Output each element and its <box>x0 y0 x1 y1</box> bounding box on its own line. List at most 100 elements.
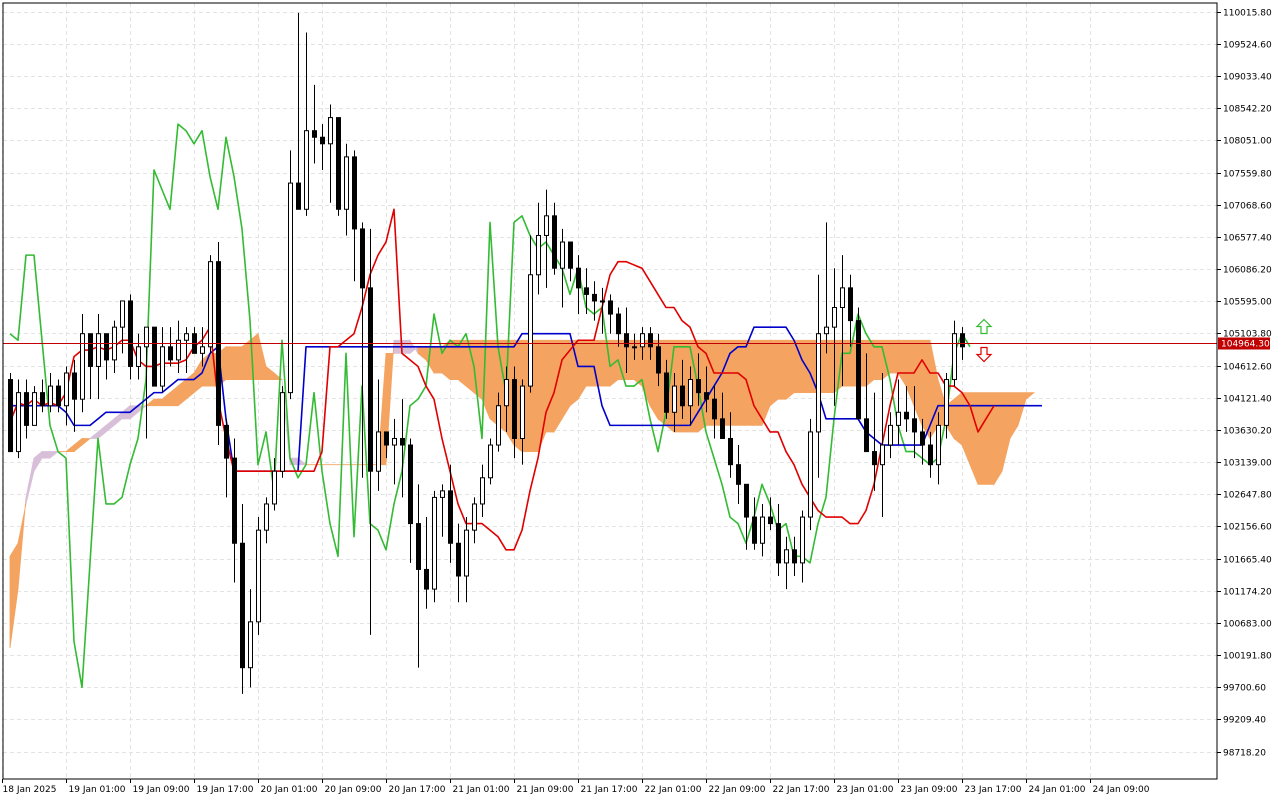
candle-bullish <box>520 385 525 439</box>
cloud-segment-bullish <box>153 398 163 407</box>
x-tick-label: 20 Jan 09:00 <box>325 785 382 795</box>
candle-bearish <box>624 333 629 348</box>
cloud-segment-bullish <box>889 339 899 374</box>
cloud-segment-bullish <box>785 339 795 401</box>
candle-bearish <box>312 130 317 138</box>
x-tick-label: 24 Jan 09:00 <box>1093 785 1150 795</box>
candle-bearish <box>728 437 733 466</box>
x-tick-label: 22 Jan 09:00 <box>709 785 766 795</box>
candle-bullish <box>344 156 349 210</box>
candle-bullish <box>136 346 141 367</box>
candle-bullish <box>16 392 21 453</box>
candle-bullish <box>536 234 541 276</box>
candle-bullish <box>376 431 381 472</box>
candle-bearish <box>384 431 389 446</box>
candle-bearish <box>592 293 597 302</box>
candle-bullish <box>600 300 605 303</box>
candle-bearish <box>512 379 517 439</box>
candle-bearish <box>776 523 781 564</box>
candle-bullish <box>184 333 189 341</box>
y-tick-label: 104121.40 <box>1223 395 1272 405</box>
candle-bearish <box>872 451 877 466</box>
x-tick-label: 23 Jan 09:00 <box>901 785 958 795</box>
cloud-segment-bullish <box>721 339 731 426</box>
x-tick-label: 18 Jan 2025 <box>3 785 57 795</box>
x-tick-label: 20 Jan 01:00 <box>261 785 318 795</box>
candle-bearish <box>400 437 405 446</box>
candle-bullish <box>264 503 269 531</box>
candle-bullish <box>160 346 165 387</box>
x-tick-label: 19 Jan 17:00 <box>197 785 254 795</box>
y-tick-label: 107068.60 <box>1223 202 1272 212</box>
cloud-segment-bullish <box>585 339 595 387</box>
cloud-segment-bullish <box>737 339 747 426</box>
candle-bullish <box>488 444 493 479</box>
candle-bearish <box>352 156 357 230</box>
y-tick-label: 104612.60 <box>1223 363 1272 373</box>
cloud-segment-bullish <box>825 339 835 394</box>
y-tick-label: 102156.60 <box>1223 523 1272 533</box>
cloud-segment-bullish <box>545 339 555 433</box>
candle-bearish <box>848 287 853 322</box>
cloud-segment-bullish <box>769 339 779 407</box>
candle-bullish <box>32 392 37 426</box>
y-tick-label: 110015.80 <box>1223 9 1272 19</box>
candle-bearish <box>240 542 245 669</box>
candle-bearish <box>656 346 661 374</box>
candle-bullish <box>952 333 957 381</box>
candle-bearish <box>224 424 229 459</box>
candle-bullish <box>840 287 845 309</box>
candle-bearish <box>360 228 365 289</box>
cloud-segment-bullish <box>777 339 787 400</box>
y-tick-label: 103139.00 <box>1223 459 1272 469</box>
candle-bullish <box>48 385 53 407</box>
candle-bullish <box>504 379 509 407</box>
candle-bearish <box>608 300 613 315</box>
candle-bullish <box>528 274 533 387</box>
candle-bearish <box>368 287 373 472</box>
candle-bullish <box>688 379 693 407</box>
candle-bullish <box>544 215 549 236</box>
x-tick-label: 20 Jan 17:00 <box>389 785 446 795</box>
y-tick-label: 108051.00 <box>1223 137 1272 147</box>
candle-bullish <box>256 529 261 623</box>
candle-bullish <box>880 444 885 466</box>
candle-bearish <box>768 516 773 525</box>
candle-bearish <box>320 136 325 145</box>
candle-bullish <box>288 182 293 394</box>
candle-bearish <box>456 542 461 577</box>
y-tick-label: 102647.80 <box>1223 491 1272 501</box>
x-tick-label: 22 Jan 17:00 <box>773 785 830 795</box>
candle-bearish <box>448 490 453 544</box>
candle-bearish <box>680 385 685 407</box>
candle-bullish <box>328 117 333 145</box>
candle-bullish <box>120 300 125 328</box>
y-tick-label: 99700.60 <box>1223 684 1266 694</box>
candle-bearish <box>552 215 557 269</box>
candle-bearish <box>736 464 741 485</box>
candle-bullish <box>672 385 677 413</box>
candle-bearish <box>912 418 917 433</box>
candle-bearish <box>8 379 13 453</box>
candle-bearish <box>792 549 797 564</box>
x-tick-label: 23 Jan 01:00 <box>837 785 894 795</box>
candle-bearish <box>616 313 621 335</box>
candle-bullish <box>248 621 253 669</box>
candle-bearish <box>856 320 861 420</box>
candle-bearish <box>744 483 749 518</box>
y-tick-label: 98718.20 <box>1223 749 1266 759</box>
candle-bearish <box>904 411 909 420</box>
cloud-segment-bullish <box>953 391 963 446</box>
y-tick-label: 107559.80 <box>1223 170 1272 180</box>
candle-bearish <box>568 241 573 269</box>
candle-bearish <box>920 431 925 446</box>
candle-bullish <box>632 346 637 349</box>
candle-bullish <box>832 307 837 328</box>
candle-bullish <box>888 424 893 446</box>
y-tick-label: 108542.20 <box>1223 105 1272 115</box>
y-tick-label: 100683.00 <box>1223 620 1272 630</box>
candle-bearish <box>40 392 45 407</box>
candle-bullish <box>304 130 309 210</box>
candle-bearish <box>704 392 709 400</box>
candle-bullish <box>560 241 565 269</box>
